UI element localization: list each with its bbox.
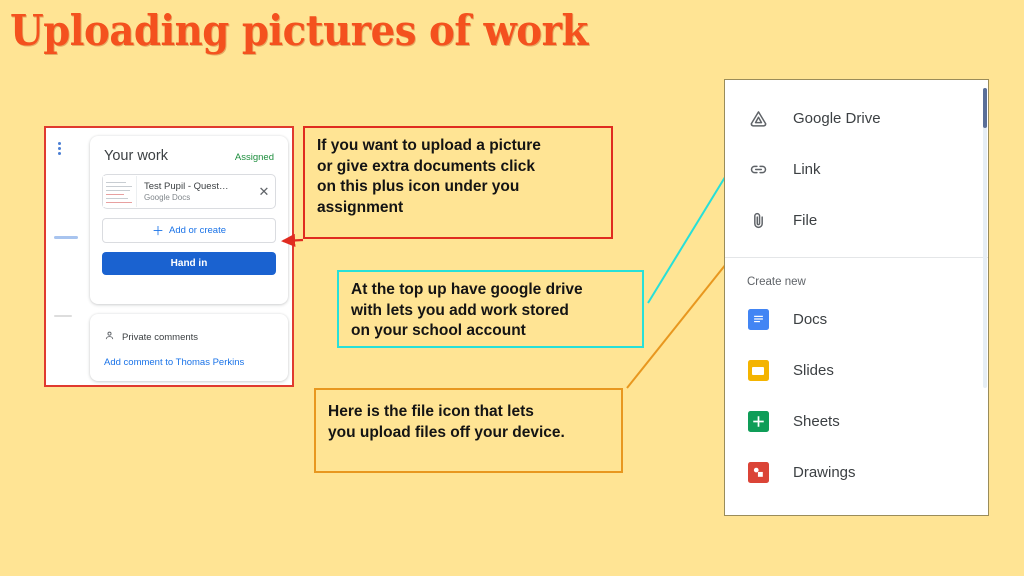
google-sheets-icon xyxy=(747,411,769,433)
scrollbar-thumb[interactable] xyxy=(983,88,987,128)
left-rail xyxy=(46,128,84,385)
attachment-type: Google Docs xyxy=(144,193,191,202)
attachment-texts: Test Pupil - Quest… Google Docs xyxy=(137,181,253,202)
menu-item-docs[interactable]: Docs xyxy=(725,294,988,345)
menu-label-link: Link xyxy=(793,161,821,178)
close-icon[interactable]: ✕ xyxy=(253,185,275,198)
menu-label-file: File xyxy=(793,212,818,229)
google-classroom-your-work-screenshot: Your work Assigned Test Pupil - Quest… G… xyxy=(44,126,294,387)
google-drawings-icon xyxy=(747,462,769,484)
person-icon xyxy=(104,328,115,346)
google-drive-icon xyxy=(747,108,769,130)
callout-file-icon: Here is the file icon that lets you uplo… xyxy=(314,388,623,473)
add-or-create-label: Add or create xyxy=(168,225,227,236)
add-or-create-button[interactable]: ＋ Add or create xyxy=(102,218,276,243)
attach-menu-screenshot: Google Drive Link File Create new Docs S… xyxy=(724,79,989,516)
menu-item-link[interactable]: Link xyxy=(725,144,988,195)
menu-item-sheets[interactable]: Sheets xyxy=(725,396,988,447)
rail-line-decoration-2 xyxy=(54,315,72,317)
add-comment-link[interactable]: Add comment to Thomas Perkins xyxy=(90,346,288,368)
scrollbar-track[interactable] xyxy=(983,88,987,388)
callout-google-drive: At the top up have google drive with let… xyxy=(337,270,644,348)
your-work-heading: Your work xyxy=(104,148,168,164)
your-work-card: Your work Assigned Test Pupil - Quest… G… xyxy=(90,136,288,304)
menu-label-drawings: Drawings xyxy=(793,464,856,481)
google-docs-icon xyxy=(747,309,769,331)
menu-label-sheets: Sheets xyxy=(793,413,840,430)
menu-label-slides: Slides xyxy=(793,362,834,379)
document-thumbnail xyxy=(103,176,137,207)
menu-label-google-drive: Google Drive xyxy=(793,110,881,127)
rail-line-decoration xyxy=(54,236,78,239)
callout-plus-icon: If you want to upload a picture or give … xyxy=(303,126,613,239)
menu-label-docs: Docs xyxy=(793,311,828,328)
menu-item-google-drive[interactable]: Google Drive xyxy=(725,93,988,144)
menu-item-slides[interactable]: Slides xyxy=(725,345,988,396)
private-comments-card: Private comments Add comment to Thomas P… xyxy=(90,314,288,381)
status-badge: Assigned xyxy=(234,152,274,163)
menu-item-drawings[interactable]: Drawings xyxy=(725,447,988,498)
your-work-header: Your work Assigned xyxy=(90,136,288,164)
plus-icon: ＋ xyxy=(151,223,164,238)
attachment-name: Test Pupil - Quest… xyxy=(144,181,229,192)
page-title: Uploading pictures of work xyxy=(10,6,588,55)
paperclip-icon xyxy=(747,210,769,232)
google-slides-icon xyxy=(747,360,769,382)
link-icon xyxy=(747,159,769,181)
hand-in-button[interactable]: Hand in xyxy=(102,252,276,275)
private-comments-label: Private comments xyxy=(122,331,199,343)
private-comments-header: Private comments xyxy=(90,315,288,346)
create-new-heading: Create new xyxy=(747,276,806,288)
menu-item-file[interactable]: File xyxy=(725,195,988,246)
attachment-row[interactable]: Test Pupil - Quest… Google Docs ✕ xyxy=(102,174,276,209)
more-vertical-icon[interactable] xyxy=(58,142,61,156)
